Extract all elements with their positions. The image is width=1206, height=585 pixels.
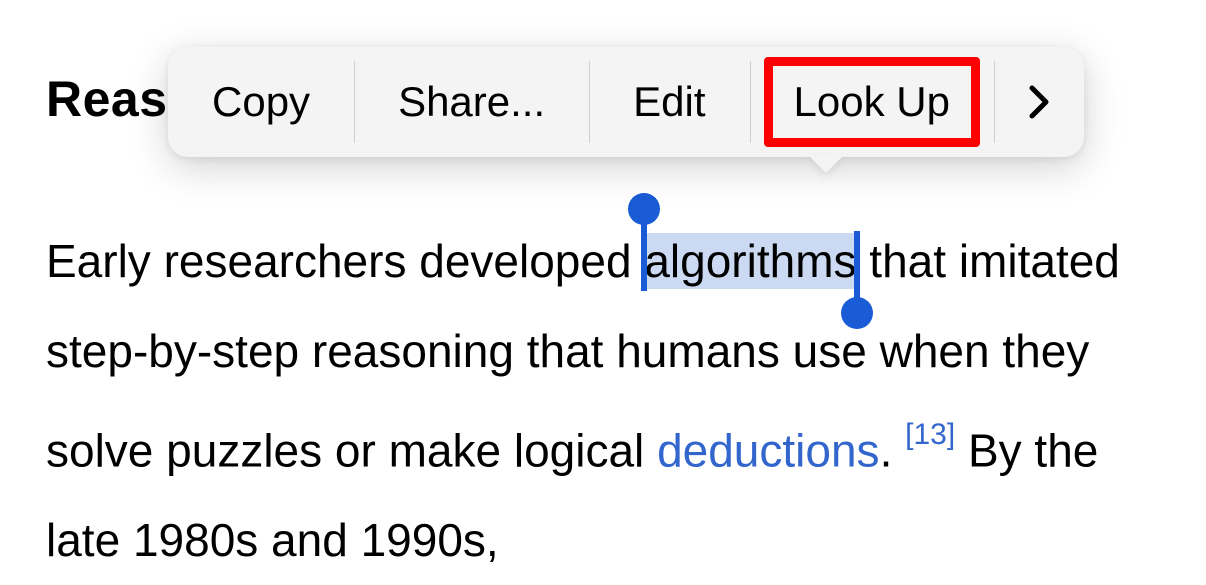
selected-text[interactable]: algorithms xyxy=(644,233,856,289)
copy-label: Copy xyxy=(212,78,310,126)
share-menu-item[interactable]: Share... xyxy=(354,47,589,157)
reference-link-13[interactable]: [13] xyxy=(905,418,955,451)
look-up-menu-item[interactable]: Look Up xyxy=(750,47,994,157)
paragraph-text-pre: Early researchers developed xyxy=(46,235,644,287)
paragraph-text-mid2: . xyxy=(880,424,906,476)
selection-handle-start[interactable] xyxy=(641,213,647,291)
share-label: Share... xyxy=(398,78,545,126)
more-menu-item[interactable] xyxy=(994,47,1084,157)
article-paragraph[interactable]: Early researchers developed algorithms t… xyxy=(46,216,1160,585)
text-selection-context-menu: Copy Share... Edit Look Up xyxy=(168,47,1084,157)
wikilink-deductions[interactable]: deductions xyxy=(657,424,880,476)
selected-word-text: algorithms xyxy=(644,235,856,287)
edit-label: Edit xyxy=(633,78,705,126)
selection-handle-end[interactable] xyxy=(854,231,860,309)
edit-menu-item[interactable]: Edit xyxy=(589,47,749,157)
selection-knob-icon xyxy=(841,297,873,329)
section-heading-truncated: Reas xyxy=(46,70,168,128)
chevron-right-icon xyxy=(1028,84,1050,120)
copy-menu-item[interactable]: Copy xyxy=(168,47,354,157)
look-up-label: Look Up xyxy=(794,78,950,126)
selection-knob-icon xyxy=(628,193,660,225)
